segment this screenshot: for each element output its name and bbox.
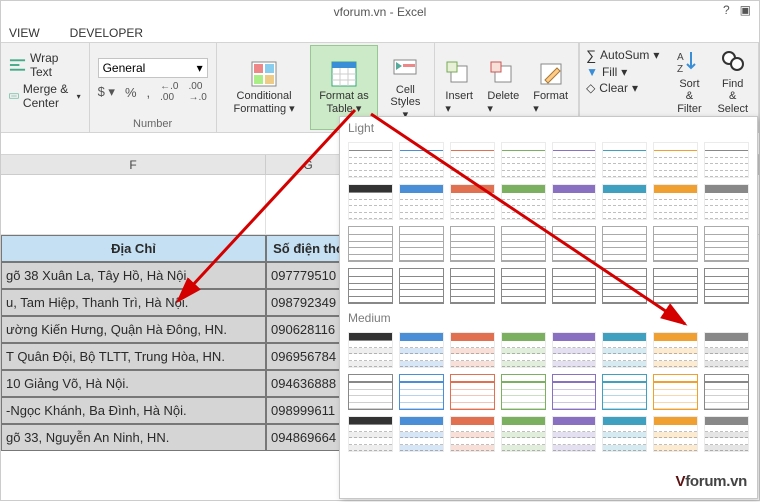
header-address[interactable]: Địa Chỉ: [1, 235, 266, 262]
table-style-swatch[interactable]: [399, 268, 444, 304]
table-style-swatch[interactable]: [450, 332, 495, 368]
cell-address[interactable]: -Ngọc Khánh, Ba Đình, Hà Nội.: [1, 397, 266, 424]
table-style-swatch[interactable]: [704, 374, 749, 410]
table-style-swatch[interactable]: [602, 332, 647, 368]
table-style-swatch[interactable]: [501, 374, 546, 410]
table-style-gallery: Light Medium: [339, 116, 758, 499]
table-style-swatch[interactable]: [399, 184, 444, 220]
table-style-swatch[interactable]: [450, 142, 495, 178]
wrap-text-button[interactable]: Wrap Text: [9, 51, 81, 79]
column-header-F[interactable]: F: [1, 155, 266, 175]
ribbon-display-icon[interactable]: ▣: [740, 3, 751, 17]
table-style-swatch[interactable]: [450, 184, 495, 220]
table-style-swatch[interactable]: [348, 226, 393, 262]
clear-button[interactable]: ◇ Clear ▾: [586, 81, 659, 95]
svg-text:Z: Z: [677, 64, 683, 75]
table-style-swatch[interactable]: [501, 226, 546, 262]
autosum-button[interactable]: ∑ AutoSum ▾: [586, 47, 659, 63]
table-style-swatch[interactable]: [450, 226, 495, 262]
table-style-swatch[interactable]: [399, 332, 444, 368]
table-style-swatch[interactable]: [653, 268, 698, 304]
table-style-swatch[interactable]: [653, 332, 698, 368]
table-style-swatch[interactable]: [552, 142, 597, 178]
table-style-swatch[interactable]: [704, 416, 749, 452]
table-style-swatch[interactable]: [399, 142, 444, 178]
table-style-swatch[interactable]: [501, 184, 546, 220]
cell-address[interactable]: 10 Giảng Võ, Hà Nội.: [1, 370, 266, 397]
table-style-swatch[interactable]: [399, 374, 444, 410]
table-style-swatch[interactable]: [602, 416, 647, 452]
table-style-swatch[interactable]: [348, 268, 393, 304]
table-style-swatch[interactable]: [704, 184, 749, 220]
merge-center-button[interactable]: Merge & Center: [9, 82, 81, 110]
conditional-formatting-button[interactable]: Conditional Formatting ▾: [221, 45, 308, 130]
table-style-swatch[interactable]: [602, 374, 647, 410]
table-style-swatch[interactable]: [450, 416, 495, 452]
svg-text:A: A: [677, 52, 684, 63]
tab-view[interactable]: VIEW: [9, 26, 40, 40]
gallery-section-light: Light: [340, 117, 757, 139]
table-style-swatch[interactable]: [704, 332, 749, 368]
table-style-swatch[interactable]: [399, 416, 444, 452]
table-style-swatch[interactable]: [501, 268, 546, 304]
table-style-swatch[interactable]: [348, 374, 393, 410]
table-style-swatch[interactable]: [704, 142, 749, 178]
table-style-swatch[interactable]: [348, 416, 393, 452]
table-style-swatch[interactable]: [552, 374, 597, 410]
table-style-swatch[interactable]: [450, 374, 495, 410]
currency-button[interactable]: $ ▾: [98, 84, 115, 100]
comma-button[interactable]: ,: [147, 85, 151, 100]
cell-address[interactable]: ường Kiến Hưng, Quận Hà Đông, HN.: [1, 316, 266, 343]
table-style-swatch[interactable]: [552, 184, 597, 220]
table-style-swatch[interactable]: [704, 268, 749, 304]
table-style-swatch[interactable]: [501, 416, 546, 452]
table-style-swatch[interactable]: [602, 268, 647, 304]
table-style-swatch[interactable]: [348, 142, 393, 178]
number-group-label: Number: [90, 118, 216, 132]
title-bar: vforum.vn - Excel ? ▣: [1, 1, 759, 23]
percent-button[interactable]: %: [125, 85, 137, 100]
table-style-swatch[interactable]: [653, 374, 698, 410]
table-style-swatch[interactable]: [704, 226, 749, 262]
help-icon[interactable]: ?: [723, 3, 730, 17]
table-style-swatch[interactable]: [653, 226, 698, 262]
table-style-swatch[interactable]: [602, 184, 647, 220]
table-style-swatch[interactable]: [348, 184, 393, 220]
decrease-decimal-button[interactable]: .00→.0: [189, 81, 207, 103]
table-style-swatch[interactable]: [501, 142, 546, 178]
app-title: vforum.vn - Excel: [334, 5, 427, 19]
table-style-swatch[interactable]: [653, 184, 698, 220]
table-style-swatch[interactable]: [602, 226, 647, 262]
table-style-swatch[interactable]: [552, 332, 597, 368]
ribbon-tabs: VIEW DEVELOPER: [1, 23, 759, 43]
cell-address[interactable]: gõ 38 Xuân La, Tây Hồ, Hà Nội.: [1, 262, 266, 289]
fill-button[interactable]: ▼ Fill ▾: [586, 65, 659, 79]
table-style-swatch[interactable]: [552, 416, 597, 452]
cell-address[interactable]: u, Tam Hiệp, Thanh Trì, Hà Nội.: [1, 289, 266, 316]
table-style-swatch[interactable]: [552, 226, 597, 262]
table-style-swatch[interactable]: [552, 268, 597, 304]
tab-developer[interactable]: DEVELOPER: [70, 26, 143, 40]
table-style-swatch[interactable]: [348, 332, 393, 368]
cell-address[interactable]: gõ 33, Nguyễn An Ninh, HN.: [1, 424, 266, 451]
number-format-select[interactable]: General▾: [98, 58, 208, 78]
gallery-section-medium: Medium: [340, 307, 757, 329]
table-style-swatch[interactable]: [653, 416, 698, 452]
table-style-swatch[interactable]: [602, 142, 647, 178]
increase-decimal-button[interactable]: ←.0.00: [160, 81, 178, 103]
watermark: Vforum.vn: [676, 473, 748, 490]
table-style-swatch[interactable]: [653, 142, 698, 178]
table-style-swatch[interactable]: [399, 226, 444, 262]
table-style-swatch[interactable]: [450, 268, 495, 304]
cell-address[interactable]: T Quân Đội, Bộ TLTT, Trung Hòa, HN.: [1, 343, 266, 370]
table-style-swatch[interactable]: [501, 332, 546, 368]
